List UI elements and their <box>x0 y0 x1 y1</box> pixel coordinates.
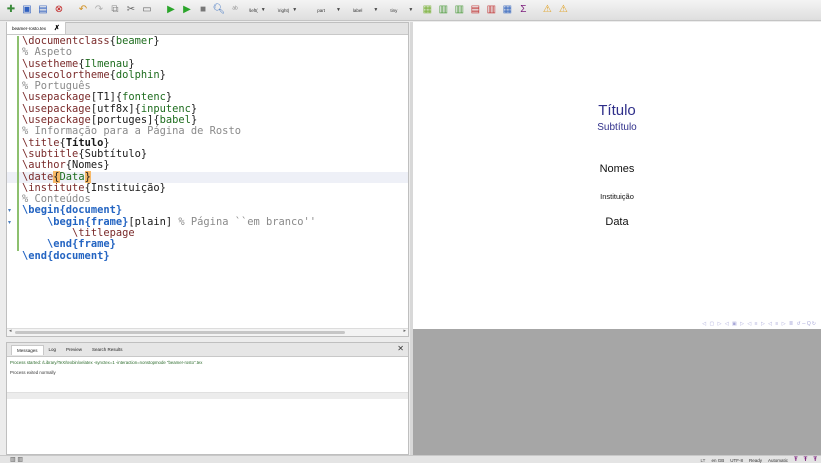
table-format-icon[interactable]: ▦ <box>500 3 514 17</box>
stop-icon[interactable]: ■ <box>196 3 210 17</box>
pdf-preview[interactable]: Título Subtítulo Nomes Instituição Data … <box>413 22 821 329</box>
editor-tabbar: beamer-rosto.tex ✗ <box>7 22 408 35</box>
scroll-left-icon[interactable]: ◂ <box>9 328 12 334</box>
messages-tabbar: Messages Log Preview Search Results ✕ <box>7 343 408 357</box>
chevron-down-icon: ▼ <box>260 7 266 13</box>
slide-author: Nomes <box>599 163 635 175</box>
process-exited-message: Process exited normally <box>10 370 56 375</box>
warning-next-icon[interactable]: ⚠ <box>556 3 570 17</box>
editor-pane: beamer-rosto.tex ✗ \documentclass{beamer… <box>6 22 409 337</box>
tab-log[interactable]: Log <box>44 345 62 354</box>
save-icon[interactable]: ▣ <box>20 3 34 17</box>
undo-icon[interactable]: ↶ <box>76 3 90 17</box>
status-right: LT en GB UTF-8 Ready Automatic Ŧ Ŧ Ŧ <box>701 456 817 463</box>
fold-toggle-icon[interactable]: ▾ <box>8 205 11 216</box>
texstudio-icon: Ŧ <box>793 457 798 463</box>
column-right-icon[interactable]: ▥ <box>452 3 466 17</box>
status-text: Ready <box>748 457 762 463</box>
code-editor[interactable]: \documentclass{beamer} % Aspeto \usethem… <box>7 35 408 328</box>
close-file-icon[interactable]: ⊗ <box>52 3 66 17</box>
label-combo[interactable]: label ▼ <box>348 4 383 16</box>
chevron-down-icon: ▼ <box>408 7 414 13</box>
paste-icon[interactable]: ▭ <box>140 3 154 17</box>
warning-icon[interactable]: ⚠ <box>540 3 554 17</box>
copy-icon[interactable]: ⧉ <box>108 3 122 17</box>
row-delete-icon[interactable]: ▥ <box>484 3 498 17</box>
view-icon[interactable]: 🔍︎ <box>212 3 226 17</box>
panel-toggle-icons[interactable]: ▥ ▥ <box>10 456 23 463</box>
size-combo[interactable]: tiny ▼ <box>385 4 418 16</box>
messages-panel: Messages Log Preview Search Results ✕ Pr… <box>6 342 409 455</box>
table-icon[interactable]: ▦ <box>420 3 434 17</box>
close-icon[interactable]: ✗ <box>54 24 60 32</box>
scrollbar-thumb[interactable] <box>15 331 345 334</box>
texstudio-icon: Ŧ <box>813 457 817 463</box>
status-bar: ▥ ▥ LT en GB UTF-8 Ready Automatic Ŧ Ŧ Ŧ <box>0 455 821 463</box>
save-all-icon[interactable]: ▤ <box>36 3 50 17</box>
editor-horizontal-scrollbar[interactable]: ◂ ▸ <box>7 328 408 336</box>
language-indicator[interactable]: en GB <box>711 458 724 463</box>
main-toolbar: ✚ ▣ ▤ ⊗ ↶ ↷ ⧉ ✂ ▭ ▶ ▶ ■ 🔍︎ ᵃᵇ \left(▼ \r… <box>0 0 821 21</box>
tab-beamer-rosto[interactable]: beamer-rosto.tex ✗ <box>7 22 66 34</box>
column-left-icon[interactable]: ▥ <box>436 3 450 17</box>
grammar-icon[interactable]: LT <box>701 458 706 463</box>
cut-icon[interactable]: ✂ <box>124 3 138 17</box>
slide-title: Título <box>598 102 636 119</box>
chevron-down-icon: ▼ <box>335 7 341 13</box>
row-add-icon[interactable]: ▤ <box>468 3 482 17</box>
build-view-icon[interactable]: ▶ <box>164 3 178 17</box>
left-delim-combo[interactable]: \left(▼ <box>244 4 271 16</box>
slide-date: Data <box>605 216 629 228</box>
texstudio-window: ✚ ▣ ▤ ⊗ ↶ ↷ ⧉ ✂ ▭ ▶ ▶ ■ 🔍︎ ᵃᵇ \left(▼ \r… <box>0 0 821 463</box>
tab-messages[interactable]: Messages <box>11 344 44 355</box>
chevron-down-icon: ▼ <box>373 7 379 13</box>
encoding-indicator[interactable]: UTF-8 <box>730 458 743 463</box>
close-icon[interactable]: ✕ <box>397 344 404 353</box>
messages-subpanel <box>7 392 408 454</box>
compile-icon[interactable]: ▶ <box>180 3 194 17</box>
code-line[interactable]: \end{document} <box>7 250 408 262</box>
right-delim-combo[interactable]: \right) ▼ <box>273 4 302 16</box>
tab-preview[interactable]: Preview <box>61 345 87 354</box>
fold-toggle-icon[interactable]: ▾ <box>8 217 11 228</box>
redo-icon[interactable]: ↷ <box>92 3 106 17</box>
slide-subtitle: Subtítulo <box>597 122 637 133</box>
scroll-right-icon[interactable]: ▸ <box>403 328 406 334</box>
chevron-down-icon: ▼ <box>292 7 298 13</box>
preview-background <box>413 329 821 455</box>
structure-combo[interactable]: part ▼ <box>312 4 346 16</box>
mode-indicator[interactable]: Automatic <box>768 458 788 463</box>
spell-icon[interactable]: ᵃᵇ <box>228 3 242 17</box>
texstudio-icon: Ŧ <box>803 457 808 463</box>
tab-search-results[interactable]: Search Results <box>87 345 128 354</box>
sum-icon[interactable]: Σ <box>516 3 530 17</box>
beamer-navigation-symbols[interactable]: ◁ ▢ ▷ ◁ ▣ ▷ ◁ ≡ ▷ ◁ ≡ ▷ ≣ ↺∽Q↻ <box>702 321 817 327</box>
slide-institute: Instituição <box>600 192 634 201</box>
new-file-icon[interactable]: ✚ <box>4 3 18 17</box>
process-started-message: Process started: /Library/TeX/texbin/xel… <box>10 360 203 365</box>
